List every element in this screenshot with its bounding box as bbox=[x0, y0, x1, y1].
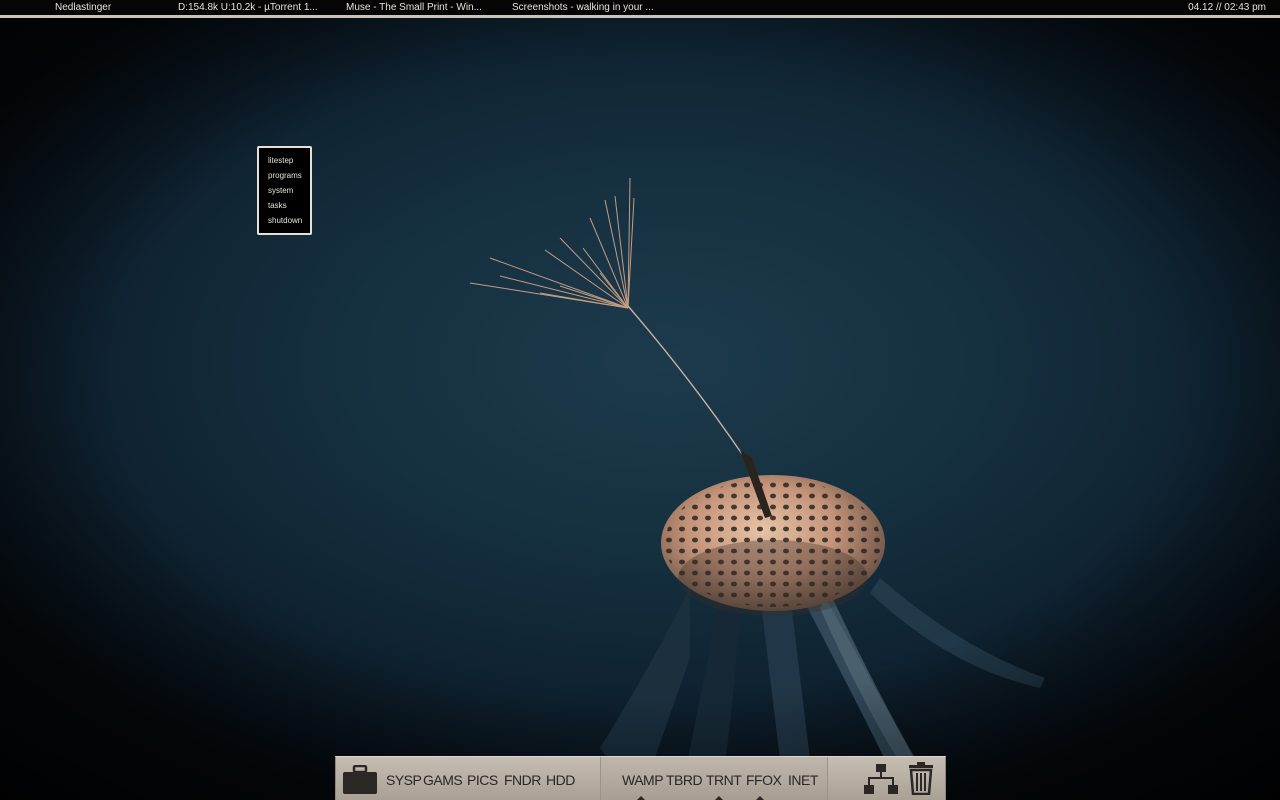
dock-item-ffox[interactable]: FFOX bbox=[746, 772, 782, 788]
briefcase-icon[interactable] bbox=[342, 765, 378, 795]
network-icon[interactable] bbox=[864, 763, 898, 795]
dock-item-sysp[interactable]: SYSP bbox=[386, 772, 422, 788]
popup-item-tasks[interactable]: tasks bbox=[268, 201, 287, 211]
running-indicator bbox=[755, 796, 765, 800]
popup-item-litestep[interactable]: litestep bbox=[268, 156, 293, 166]
bottom-dock: SYSP GAMS PICS FNDR HDD WAMP TBRD TRNT F… bbox=[335, 756, 946, 800]
dock-item-gams[interactable]: GAMS bbox=[423, 772, 463, 788]
running-indicator bbox=[714, 796, 724, 800]
dock-item-pics[interactable]: PICS bbox=[467, 772, 498, 788]
popup-item-system[interactable]: system bbox=[268, 186, 293, 196]
running-apps-section: WAMP TBRD TRNT FFOX INET bbox=[600, 757, 828, 800]
taskbar-item-winamp[interactable]: Muse - The Small Print - Win... bbox=[346, 0, 482, 15]
popup-item-shutdown[interactable]: shutdown bbox=[268, 216, 302, 226]
wallpaper-dandelion bbox=[469, 177, 1045, 800]
taskbar-item-screenshots[interactable]: Screenshots - walking in your ... bbox=[512, 0, 654, 15]
dock-item-trnt[interactable]: TRNT bbox=[706, 772, 742, 788]
taskbar-item-utorrent[interactable]: D:154.8k U:10.2k - µTorrent 1... bbox=[178, 0, 318, 15]
dock-item-hdd[interactable]: HDD bbox=[546, 772, 575, 788]
clock: 04.12 // 02:43 pm bbox=[1188, 2, 1266, 13]
dock-item-inet[interactable]: INET bbox=[788, 772, 818, 788]
popup-menu: litestep programs system tasks shutdown bbox=[257, 146, 312, 235]
dock-item-tbrd[interactable]: TBRD bbox=[666, 772, 703, 788]
popup-item-programs[interactable]: programs bbox=[268, 171, 302, 181]
desktop[interactable]: Nedlastinger D:154.8k U:10.2k - µTorrent… bbox=[0, 0, 1280, 800]
dock-item-wamp[interactable]: WAMP bbox=[622, 772, 664, 788]
dock-item-fndr[interactable]: FNDR bbox=[504, 772, 541, 788]
running-indicator bbox=[636, 796, 646, 800]
top-taskbar: Nedlastinger D:154.8k U:10.2k - µTorrent… bbox=[0, 0, 1280, 18]
taskbar-item-nedlastinger[interactable]: Nedlastinger bbox=[55, 0, 111, 15]
trash-icon[interactable] bbox=[908, 761, 934, 795]
